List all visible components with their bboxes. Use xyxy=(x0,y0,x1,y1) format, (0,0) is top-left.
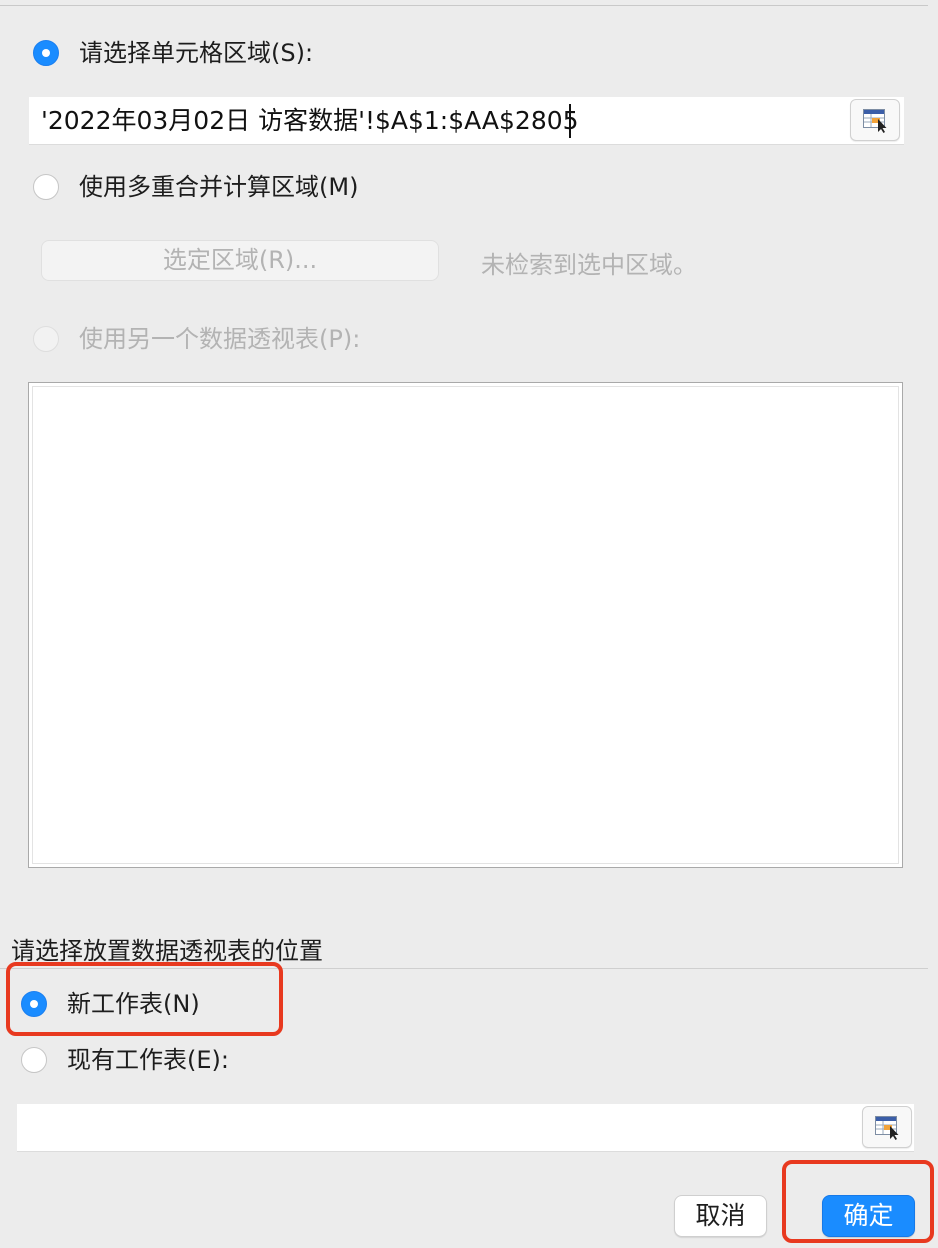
radio-multiple-ranges[interactable] xyxy=(33,174,59,200)
pivot-table-list-inner xyxy=(32,386,899,864)
radio-existing-sheet[interactable] xyxy=(21,1047,47,1073)
range-picker-icon xyxy=(863,109,887,133)
existing-sheet-label: 现有工作表(E): xyxy=(67,1046,229,1074)
highlight-ok-button xyxy=(782,1160,934,1243)
location-picker-button[interactable] xyxy=(862,1106,912,1148)
range-input-value: '2022年03月02日 访客数据'!$A$1:$AA$2805 xyxy=(41,106,579,135)
radio-other-pivot[interactable] xyxy=(33,326,59,352)
existing-location-input[interactable] xyxy=(17,1104,914,1152)
range-picker-button[interactable] xyxy=(850,99,900,141)
select-range-label: 请选择单元格区域(S): xyxy=(79,39,314,67)
multiple-ranges-label: 使用多重合并计算区域(M) xyxy=(79,173,359,201)
range-picker-icon xyxy=(875,1116,899,1140)
other-pivot-label: 使用另一个数据透视表(P): xyxy=(79,325,361,353)
cancel-button[interactable]: 取消 xyxy=(674,1195,767,1237)
pivot-table-list[interactable] xyxy=(28,382,903,868)
range-input[interactable]: '2022年03月02日 访客数据'!$A$1:$AA$2805 xyxy=(29,97,904,145)
highlight-new-sheet xyxy=(6,962,283,1036)
radio-select-range[interactable] xyxy=(33,40,59,66)
top-divider xyxy=(0,5,928,6)
text-caret xyxy=(569,104,571,138)
no-region-status: 未检索到选中区域。 xyxy=(481,251,697,279)
select-region-button[interactable]: 选定区域(R)... xyxy=(41,240,439,281)
